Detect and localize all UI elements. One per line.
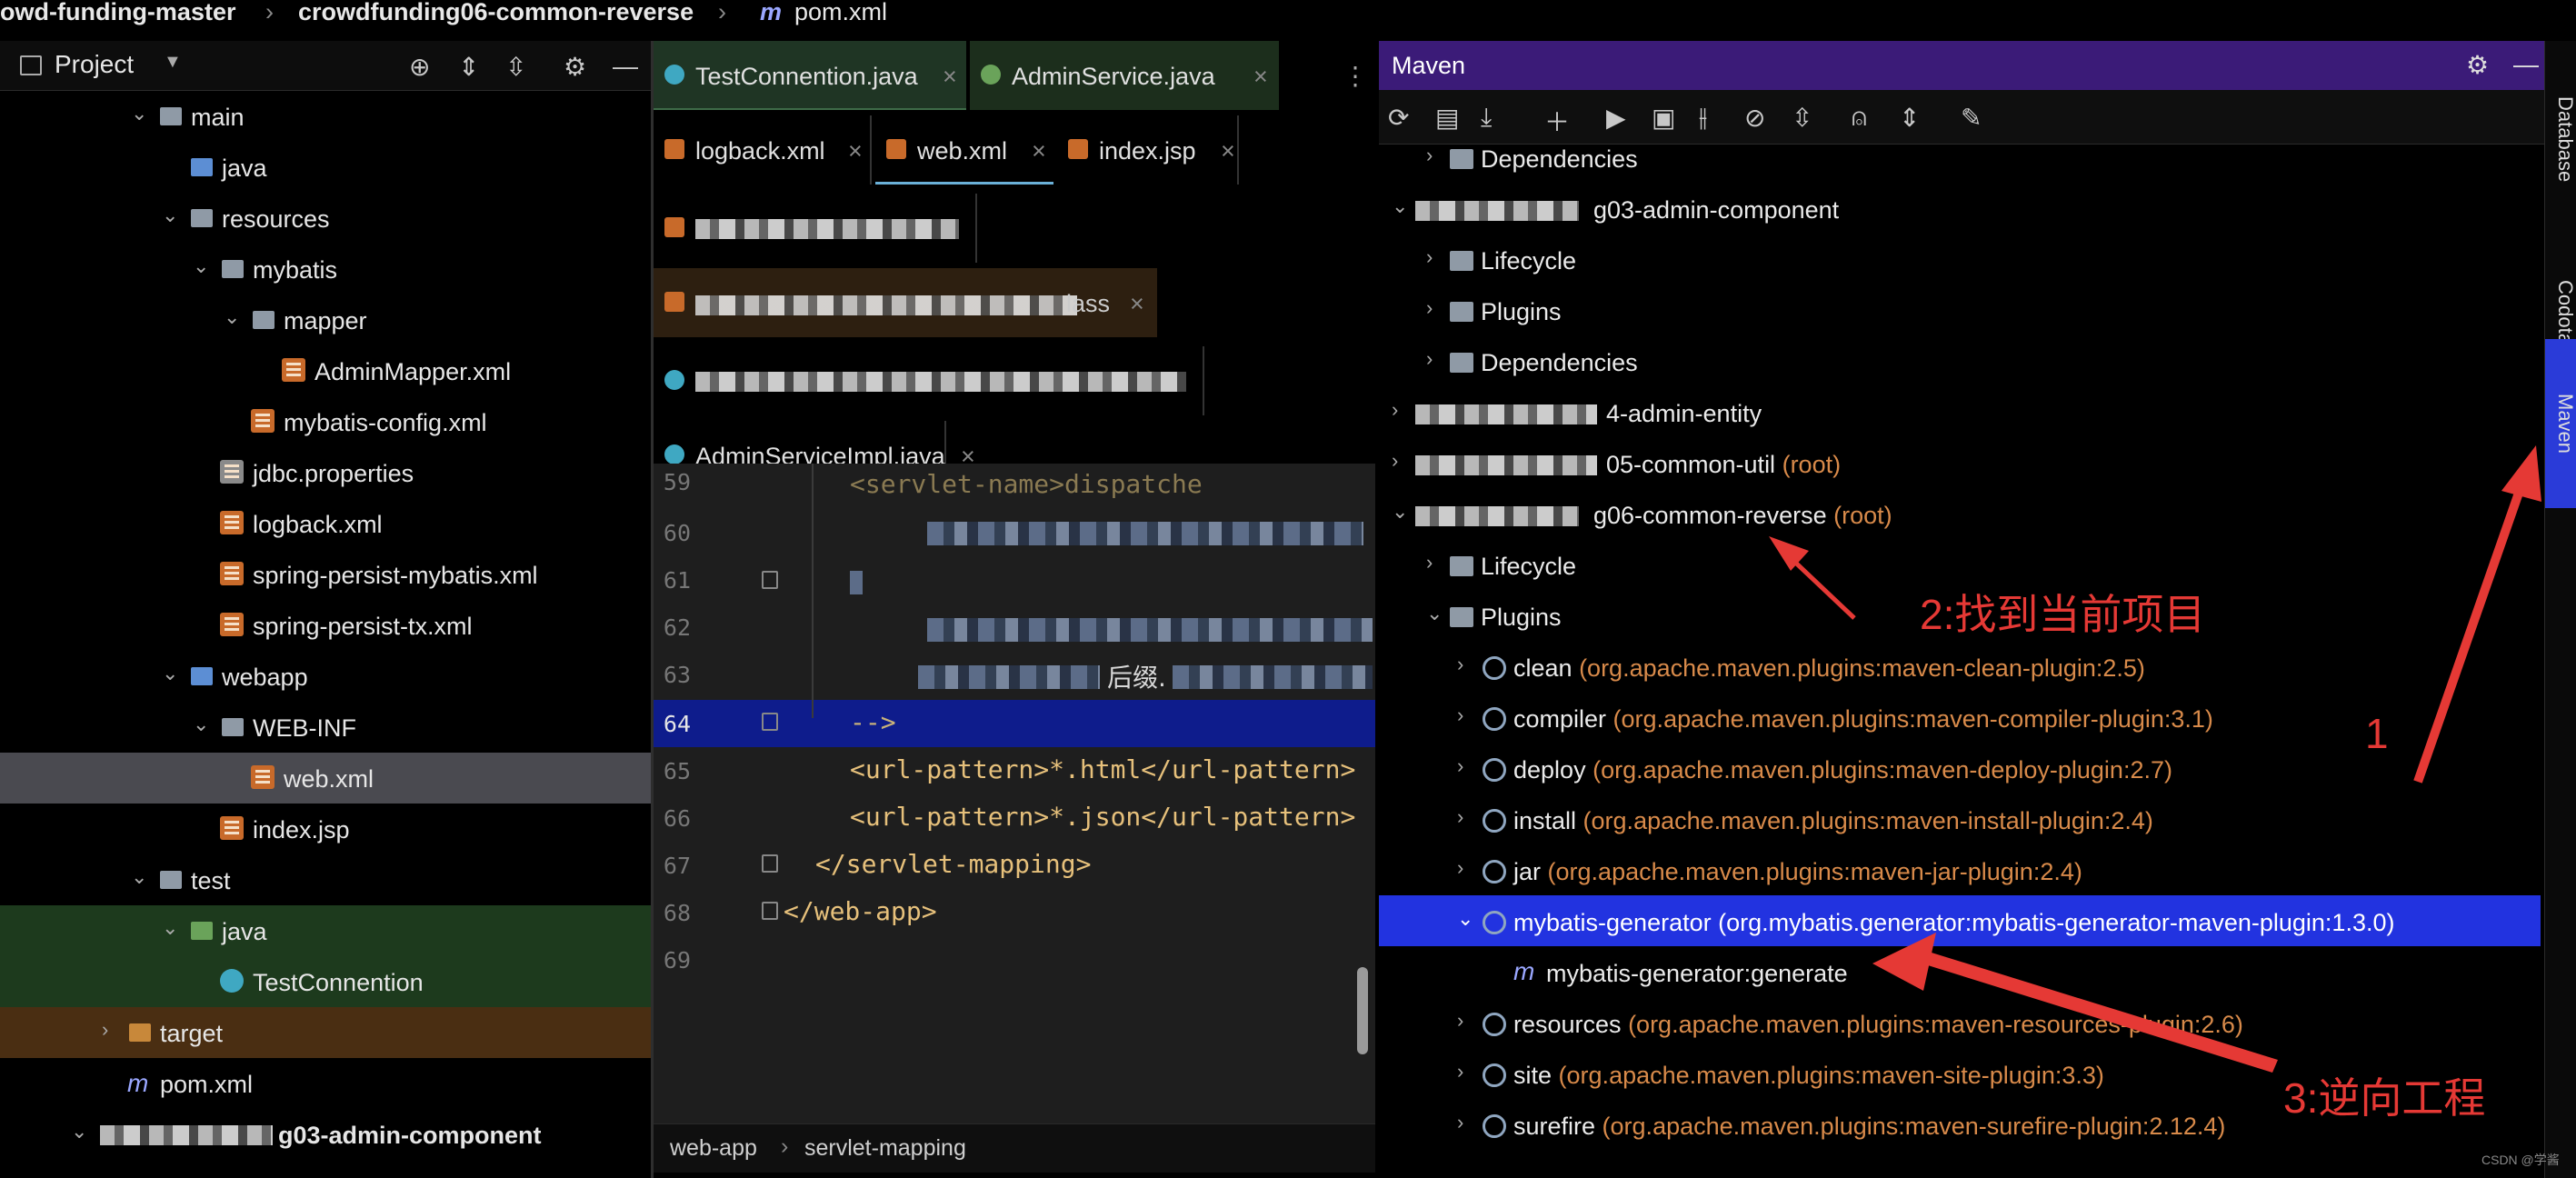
annotation-2: 2:找到当前项目: [1920, 591, 2206, 638]
arrowhead-1: [2501, 445, 2541, 502]
annotation-1: 1: [2365, 710, 2389, 757]
annotation-3: 3:逆向工程: [2283, 1074, 2486, 1122]
arrow-1: [2413, 478, 2528, 784]
arrowhead-2: [1769, 536, 1809, 571]
arrowhead-3: [1872, 933, 1936, 991]
arrow-2: [1787, 554, 1856, 620]
watermark: CSDN @学酱: [2481, 1153, 2560, 1167]
arrow-3: [1916, 949, 2278, 1073]
